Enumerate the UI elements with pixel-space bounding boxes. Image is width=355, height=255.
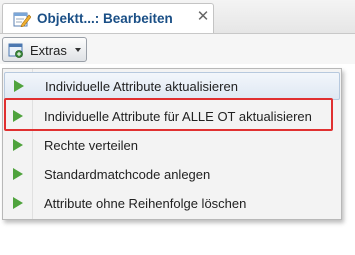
green-arrow-icon [13,168,23,180]
green-arrow-icon [14,80,24,92]
menu-item-standardmatchcode-anlegen[interactable]: Standardmatchcode anlegen [4,161,340,189]
menu-item-label: Individuelle Attribute für ALLE OT aktua… [44,109,312,124]
edit-form-icon [13,12,31,27]
menu-item-label: Individuelle Attribute aktualisieren [45,79,238,94]
menu-item-label: Rechte verteilen [44,138,138,153]
menu-item-label: Standardmatchcode anlegen [44,167,211,182]
menu-item-label: Attribute ohne Reihenfolge löschen [44,196,247,211]
chevron-down-icon [75,48,81,52]
tab-title: Objektt...: Bearbeiten [37,11,173,26]
green-arrow-icon [13,110,23,122]
menu-item-rechte-verteilen[interactable]: Rechte verteilen [4,132,340,160]
extras-menu: Individuelle Attribute aktualisieren Ind… [2,68,342,220]
toolbar: Extras [0,34,355,64]
extras-icon [8,43,23,58]
menu-item-individuelle-attribute-aktualisieren[interactable]: Individuelle Attribute aktualisieren [4,72,340,100]
tab-strip: Objektt...: Bearbeiten ✕ [0,0,355,34]
extras-dropdown-button[interactable]: Extras [2,37,87,62]
green-arrow-icon [13,197,23,209]
tab-bearbeiten[interactable]: Objektt...: Bearbeiten ✕ [2,3,214,33]
menu-item-attribute-ohne-reihenfolge-loeschen[interactable]: Attribute ohne Reihenfolge löschen [4,190,340,218]
menu-item-attribute-alle-ot-aktualisieren[interactable]: Individuelle Attribute für ALLE OT aktua… [4,103,340,131]
green-arrow-icon [13,139,23,151]
extras-label: Extras [30,43,67,58]
close-icon[interactable]: ✕ [196,9,210,25]
